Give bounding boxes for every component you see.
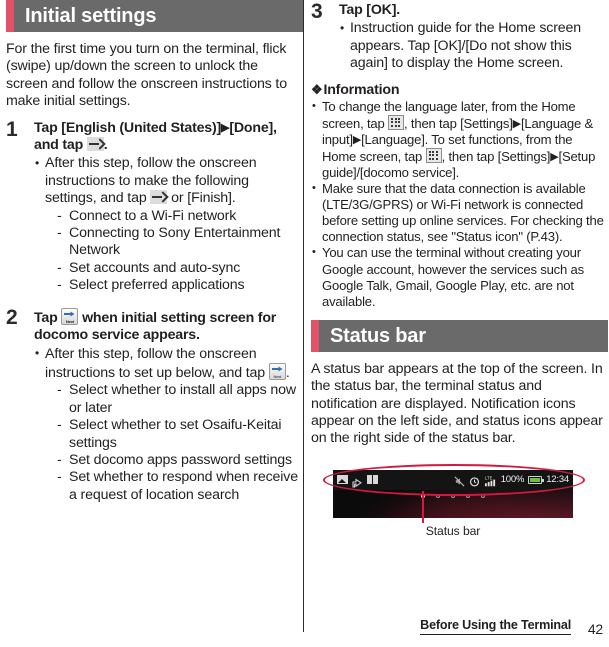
list-item: Select whether to install all apps now o… — [57, 382, 303, 417]
info-1-seg-2: , then tap [Settings] — [404, 115, 513, 131]
phone-status-bar: LTE 100% 12:34 — [333, 469, 573, 490]
picture-icon — [337, 475, 348, 485]
notification-icons — [337, 475, 378, 488]
step-3-bullets: Instruction guide for the Home screen ap… — [339, 20, 608, 72]
status-bar-paragraph: A status bar appears at the top of the s… — [311, 360, 603, 447]
step-1-title-part1: Tap [English (United States)] — [34, 119, 222, 136]
battery-percent-label: 100% — [500, 474, 525, 486]
battery-icon — [528, 475, 545, 484]
mute-icon — [454, 474, 465, 487]
step-2-bullet-1: After this step, follow the onscreen ins… — [34, 345, 303, 505]
step-1-subitems: Connect to a Wi-Fi network Connecting to… — [45, 208, 303, 295]
step-2-title: Tap Next when initial setting screen for… — [34, 307, 303, 345]
clock-label: 12:34 — [546, 474, 569, 486]
lte-signal-icon: LTE — [484, 474, 497, 487]
footer-page-number: 42 — [587, 621, 603, 637]
home-page-dots — [333, 493, 573, 498]
apps-grid-icon — [388, 114, 405, 130]
step-1-number: 1 — [6, 117, 18, 141]
figure-caption: Status bar — [425, 523, 481, 538]
callout-leader-line — [422, 490, 424, 523]
information-item-3: You can use the terminal without creatin… — [311, 244, 608, 309]
signal-bars-glyph: LTE — [484, 476, 495, 487]
list-item: Connecting to Sony Entertainment Network — [57, 225, 303, 260]
step-2-bullets: After this step, follow the onscreen ins… — [34, 345, 303, 505]
status-bar-figure: LTE 100% 12:34 Status bar — [311, 460, 608, 578]
page-dot — [466, 493, 470, 498]
next-arrow-glyph — [271, 366, 283, 372]
information-item-2: Make sure that the data connection is av… — [311, 180, 608, 245]
step-1-bullets: After this step, follow the onscreen ins… — [34, 155, 303, 295]
book-icon — [367, 475, 378, 485]
footer-chapter-title: Before Using the Terminal — [420, 618, 571, 635]
section-header-initial-settings: Initial settings — [6, 0, 303, 32]
info-1-seg-5: , then tap [Settings] — [441, 148, 551, 164]
step-3-number: 3 — [311, 0, 323, 23]
page-dot — [451, 493, 455, 498]
next-button-icon: Next — [61, 307, 79, 325]
manual-page: Initial settings For the first time you … — [0, 0, 609, 647]
step-1-bullet-1: After this step, follow the onscreen ins… — [34, 155, 303, 295]
page-footer: Before Using the Terminal 42 — [0, 614, 609, 640]
next-arrow-glyph — [64, 311, 75, 317]
alarm-glyph — [469, 477, 479, 487]
step-2-bullet-1-text-a: After this step, follow the onscreen ins… — [45, 345, 266, 381]
list-item: Set accounts and auto-sync — [57, 260, 303, 278]
step-2: 2 Tap Next when initial setting screen f… — [6, 305, 303, 505]
step-2-title-part1: Tap — [34, 309, 58, 326]
list-item: Set whether to respond when receive a re… — [57, 469, 303, 504]
left-column: Initial settings For the first time you … — [6, 0, 303, 504]
arrow-right-icon — [86, 137, 104, 152]
page-dot — [481, 493, 485, 498]
status-icons: LTE 100% 12:34 — [454, 474, 569, 487]
arrow-sep-icon: ▶ — [512, 117, 521, 130]
step-3: 3 Tap [OK]. Instruction guide for the Ho… — [311, 0, 608, 73]
arrow-sep-icon: ▶ — [550, 150, 559, 163]
information-item-1: To change the language later, from the H… — [311, 98, 608, 181]
right-column: 3 Tap [OK]. Instruction guide for the Ho… — [311, 0, 608, 578]
section-accent-bar — [311, 319, 319, 352]
list-item: Connect to a Wi-Fi network — [57, 208, 303, 226]
section-accent-bar — [6, 0, 14, 32]
upload-arrow-icon — [352, 475, 363, 488]
page-dot — [436, 493, 440, 498]
list-item: Select whether to set Osaifu-Keitai sett… — [57, 417, 303, 452]
alarm-icon — [469, 474, 480, 487]
step-2-bullet-1-text-b: . — [285, 364, 290, 381]
step-1-title: Tap [English (United States)]▶[Done], an… — [34, 120, 303, 155]
apps-grid-icon — [425, 147, 442, 163]
arrow-right-icon — [150, 190, 168, 205]
column-divider — [303, 0, 304, 632]
arrow-sep-icon: ▶ — [352, 133, 362, 146]
next-button-icon: Next — [268, 362, 286, 380]
information-heading-label: Information — [323, 81, 400, 98]
phone-screenshot: LTE 100% 12:34 — [333, 469, 573, 518]
information-list: To change the language later, from the H… — [311, 98, 608, 310]
step-3-title: Tap [OK]. — [339, 2, 400, 18]
next-button-label: Next — [273, 373, 282, 379]
step-1-bullet-1-text-b: or [Finish]. — [171, 190, 236, 207]
step-2-number: 2 — [6, 305, 18, 329]
step-3-bullet-1: Instruction guide for the Home screen ap… — [339, 20, 608, 72]
step-1: 1 Tap [English (United States)]▶[Done], … — [6, 117, 303, 295]
mute-glyph — [454, 476, 465, 487]
section-title: Status bar — [330, 324, 426, 347]
section-title: Initial settings — [25, 5, 157, 27]
upload-arrow-glyph — [352, 478, 362, 488]
information-heading: ❖Information — [311, 82, 608, 98]
step-2-subitems: Select whether to install all apps now o… — [45, 382, 303, 504]
list-item: Set docomo apps password settings — [57, 452, 303, 470]
svg-text:LTE: LTE — [485, 476, 493, 481]
section-header-status-bar: Status bar — [311, 319, 608, 352]
intro-paragraph: For the first time you turn on the termi… — [6, 41, 287, 110]
list-item: Select preferred applications — [57, 277, 303, 295]
next-button-label: Next — [65, 318, 74, 324]
diamond-icon: ❖ — [311, 81, 323, 97]
